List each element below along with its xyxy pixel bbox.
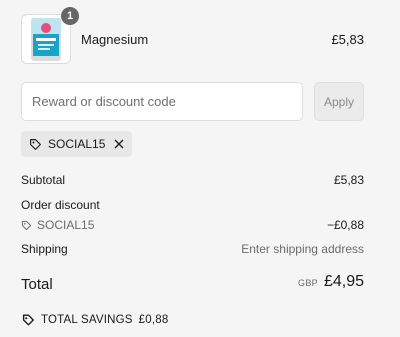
applied-discount-code: SOCIAL15 xyxy=(48,137,106,151)
applied-discount-chip: SOCIAL15 xyxy=(21,131,133,157)
order-discount-label: Order discount xyxy=(21,198,100,212)
apply-button[interactable]: Apply xyxy=(314,82,364,121)
shipping-label: Shipping xyxy=(21,242,68,256)
order-discount-code: SOCIAL15 xyxy=(21,218,94,232)
subtotal-label: Subtotal xyxy=(21,173,66,187)
tag-icon xyxy=(21,220,32,230)
product-name: Magnesium xyxy=(81,32,149,47)
tag-icon xyxy=(30,138,41,150)
savings-tag-icon xyxy=(22,314,34,326)
order-discount-code-text: SOCIAL15 xyxy=(37,218,95,232)
total-savings-value: £0,88 xyxy=(138,314,169,326)
order-discount-value: −£0,88 xyxy=(326,218,364,232)
quantity-badge: 1 xyxy=(61,7,79,25)
total-price: GBP £4,95 xyxy=(298,273,364,291)
supplement-pouch-image xyxy=(31,18,61,61)
product-thumbnail: 1 xyxy=(21,7,79,64)
total-savings-label: TOTAL SAVINGS xyxy=(41,314,133,326)
subtotal-value: £5,83 xyxy=(333,173,364,187)
total-savings: TOTAL SAVINGS £0,88 xyxy=(21,313,168,327)
shipping-value: Enter shipping address xyxy=(241,242,364,256)
discount-code-input[interactable] xyxy=(21,82,303,121)
remove-discount-icon[interactable] xyxy=(114,139,124,149)
currency-code: GBP xyxy=(298,278,318,288)
total-amount: £4,95 xyxy=(323,273,364,290)
product-price: £5,83 xyxy=(331,32,364,47)
total-label: Total xyxy=(21,276,53,293)
